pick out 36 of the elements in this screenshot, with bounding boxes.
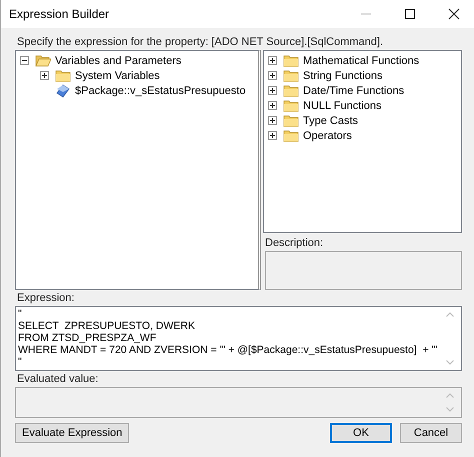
evaluate-button[interactable]: Evaluate Expression	[15, 423, 130, 443]
tree-item[interactable]: $Package::v_sEstatusPresupuesto	[75, 84, 246, 96]
expand-icon[interactable]	[40, 71, 49, 80]
tree-item[interactable]: Operators	[303, 130, 352, 142]
expand-icon[interactable]	[268, 131, 277, 140]
window-title: Expression Builder	[9, 7, 110, 21]
expression-label: Expression:	[17, 292, 76, 304]
folder-icon	[283, 84, 299, 98]
folder-icon	[283, 128, 299, 142]
close-icon[interactable]	[448, 8, 460, 20]
folder-icon	[35, 54, 51, 68]
cancel-button[interactable]: Cancel	[400, 423, 462, 443]
folder-icon	[283, 68, 299, 82]
evaluated-label: Evaluated value:	[17, 373, 100, 385]
expand-icon[interactable]	[268, 101, 277, 110]
ok-button[interactable]: OK	[330, 423, 392, 443]
tree-item[interactable]: String Functions	[303, 70, 382, 82]
folder-icon	[283, 114, 299, 128]
cube-icon	[55, 84, 71, 98]
expand-icon[interactable]	[268, 116, 277, 125]
folder-icon	[55, 68, 71, 82]
tree-item[interactable]: System Variables	[75, 70, 160, 82]
folder-icon	[283, 54, 299, 68]
maximize-icon[interactable]	[404, 8, 416, 20]
description-label: Description:	[265, 237, 324, 249]
collapse-icon[interactable]	[20, 56, 29, 65]
expand-icon[interactable]	[268, 86, 277, 95]
tree-item[interactable]: NULL Functions	[303, 100, 382, 112]
tree-item[interactable]: Variables and Parameters	[55, 54, 182, 66]
tree-item[interactable]: Date/Time Functions	[303, 84, 404, 96]
expand-icon[interactable]	[268, 71, 277, 80]
folder-icon	[283, 98, 299, 112]
tree-item[interactable]: Type Casts	[303, 114, 358, 126]
expand-icon[interactable]	[268, 56, 277, 65]
tree-item[interactable]: Mathematical Functions	[303, 54, 420, 66]
prompt-label: Specify the expression for the property: [ADO NET Source].[SqlCommand].	[17, 36, 384, 48]
